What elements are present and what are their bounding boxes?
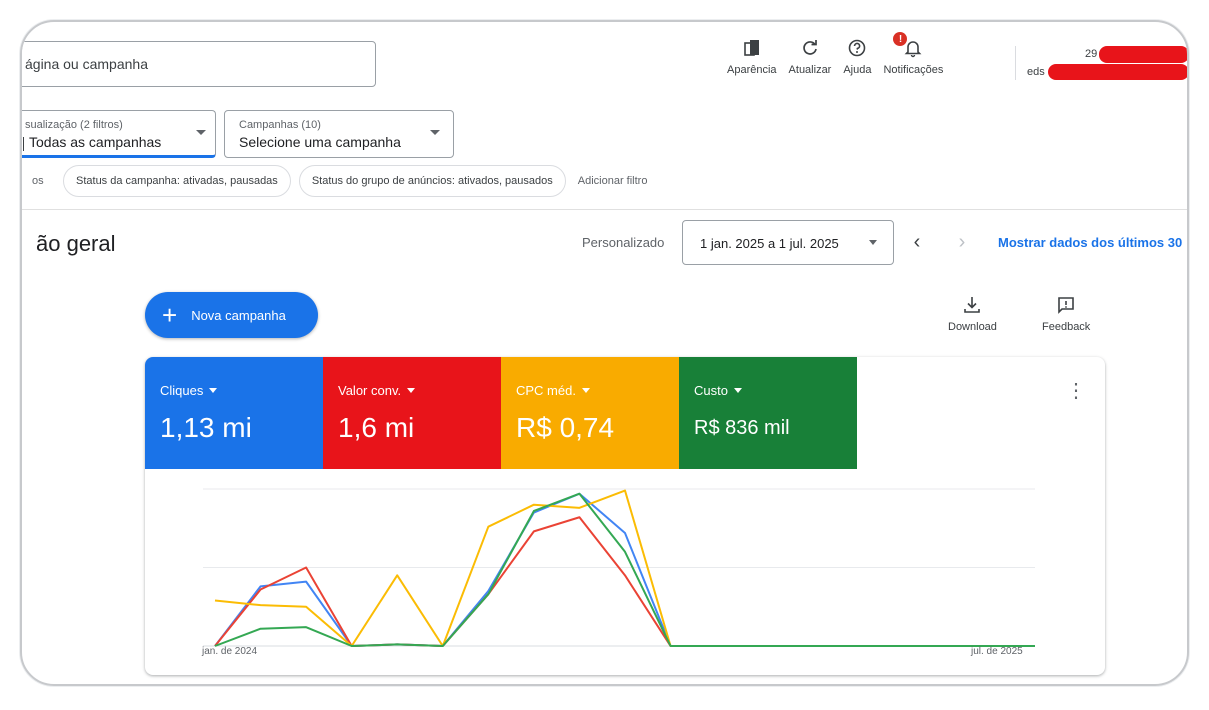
download-icon bbox=[964, 297, 981, 313]
page-title: ão geral bbox=[36, 231, 116, 256]
next-period-chevron-icon[interactable]: › bbox=[950, 230, 974, 254]
notifications-label: Notificações bbox=[883, 64, 944, 76]
plus-icon: + bbox=[162, 300, 178, 330]
app-window-frame: ágina ou campanha Aparência Atualizar Aj… bbox=[20, 20, 1189, 686]
view-filter-select[interactable]: sualização (2 filtros) Todas as campanha… bbox=[22, 110, 216, 158]
filter-chips: Status da campanha: ativadas, pausadas S… bbox=[63, 165, 647, 197]
appearance-label: Aparência bbox=[727, 64, 777, 76]
date-range-value: 1 jan. 2025 a 1 jul. 2025 bbox=[700, 236, 839, 251]
campaign-select[interactable]: Campanhas (10) Selecione uma campanha bbox=[224, 110, 454, 158]
new-campaign-label: Nova campanha bbox=[191, 307, 286, 323]
line-chart bbox=[203, 488, 1035, 647]
feedback-button[interactable]: Feedback bbox=[1042, 295, 1090, 333]
caret-down-icon bbox=[581, 388, 590, 393]
filter-chip-adgroup-status[interactable]: Status do grupo de anúncios: ativados, p… bbox=[298, 165, 566, 197]
notifications-button[interactable]: ! Notificações bbox=[883, 32, 944, 76]
x-axis-end-label: jul. de 2025 bbox=[971, 646, 1023, 657]
appearance-button[interactable]: Aparência bbox=[727, 38, 777, 76]
metric-value-avg-cpc: R$ 0,74 bbox=[516, 412, 615, 443]
metric-name-clicks[interactable]: Cliques bbox=[160, 383, 218, 398]
redaction-mark-email bbox=[1048, 64, 1187, 80]
dropdown-arrow-icon bbox=[869, 240, 877, 245]
metric-name-cost[interactable]: Custo bbox=[694, 383, 742, 398]
metric-name-clicks-text: Cliques bbox=[160, 383, 204, 398]
text-cursor bbox=[23, 137, 24, 151]
account-id: 29 bbox=[1085, 48, 1098, 60]
add-filter-button[interactable]: Adicionar filtro bbox=[578, 175, 648, 187]
metric-tile-clicks[interactable]: Cliques 1,13 mi bbox=[145, 357, 323, 469]
refresh-button[interactable]: Atualizar bbox=[788, 38, 832, 76]
campaign-select-caption: Campanhas (10) bbox=[239, 119, 321, 131]
section-divider bbox=[22, 209, 1187, 210]
dropdown-arrow-icon bbox=[196, 130, 206, 135]
caret-down-icon bbox=[209, 388, 218, 393]
metric-value-cost: R$ 836 mil bbox=[694, 417, 790, 439]
view-filter-value: Todas as campanhas bbox=[29, 134, 162, 150]
filter-chip-campaign-status[interactable]: Status da campanha: ativadas, pausadas bbox=[63, 165, 291, 197]
caret-down-icon bbox=[733, 388, 742, 393]
more-options-icon[interactable]: ⋮ bbox=[1066, 381, 1086, 401]
metric-name-conv-value[interactable]: Valor conv. bbox=[338, 383, 416, 398]
metric-name-conv-value-text: Valor conv. bbox=[338, 383, 402, 398]
search-placeholder: ágina ou campanha bbox=[25, 56, 148, 72]
metric-name-avg-cpc-text: CPC méd. bbox=[516, 383, 576, 398]
refresh-label: Atualizar bbox=[788, 64, 832, 76]
metric-tile-cost[interactable]: Custo R$ 836 mil bbox=[679, 357, 857, 469]
date-range-picker[interactable]: 1 jan. 2025 a 1 jul. 2025 bbox=[682, 220, 894, 265]
appearance-icon bbox=[743, 40, 759, 56]
help-button[interactable]: Ajuda bbox=[843, 38, 871, 76]
metric-tile-avg-cpc[interactable]: CPC méd. R$ 0,74 bbox=[501, 357, 679, 469]
toolbar-divider bbox=[1015, 46, 1016, 80]
view-filter-caption: sualização (2 filtros) bbox=[25, 119, 123, 131]
search-input[interactable]: ágina ou campanha bbox=[22, 41, 376, 87]
feedback-icon bbox=[1058, 297, 1074, 314]
metric-name-avg-cpc[interactable]: CPC méd. bbox=[516, 383, 590, 398]
show-last-days-link[interactable]: Mostrar dados dos últimos 30 bbox=[998, 235, 1182, 250]
filter-chip-truncated[interactable]: os bbox=[32, 175, 44, 187]
help-label: Ajuda bbox=[843, 64, 872, 76]
download-button[interactable]: Download bbox=[948, 295, 997, 333]
metric-tile-conv-value[interactable]: Valor conv. 1,6 mi bbox=[323, 357, 501, 469]
campaign-select-value: Selecione uma campanha bbox=[239, 134, 401, 150]
feedback-label: Feedback bbox=[1042, 321, 1091, 333]
caret-down-icon bbox=[407, 388, 416, 393]
help-icon bbox=[849, 39, 866, 57]
performance-chart-card: Cliques 1,13 mi Valor conv. 1,6 mi CPC m… bbox=[145, 357, 1105, 675]
top-actions-bar: Aparência Atualizar Ajuda ! Notificações bbox=[727, 32, 955, 76]
account-email: eds bbox=[1027, 66, 1045, 78]
download-label: Download bbox=[948, 321, 997, 333]
dropdown-arrow-icon bbox=[430, 130, 440, 135]
date-range-type: Personalizado bbox=[582, 235, 665, 250]
x-axis-start-label: jan. de 2024 bbox=[202, 646, 258, 657]
metric-value-clicks: 1,13 mi bbox=[160, 412, 252, 443]
new-campaign-button[interactable]: + Nova campanha bbox=[145, 292, 318, 338]
redaction-mark-id bbox=[1099, 46, 1187, 63]
metric-value-conv-value: 1,6 mi bbox=[338, 412, 415, 443]
metric-name-cost-text: Custo bbox=[694, 383, 728, 398]
refresh-icon bbox=[803, 40, 817, 55]
previous-period-chevron-icon[interactable]: ‹ bbox=[905, 230, 929, 254]
